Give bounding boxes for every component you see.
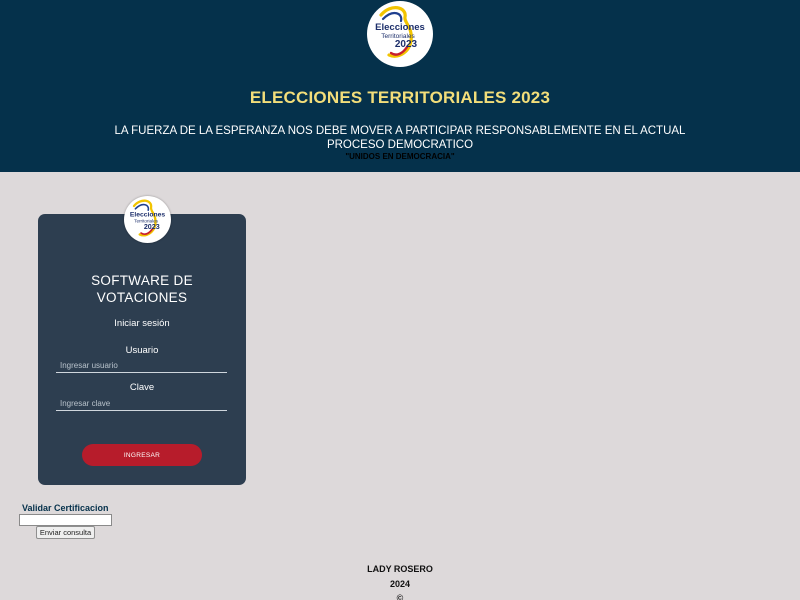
validate-certification-title: Validar Certificacion <box>22 503 109 513</box>
header-motto: "UNIDOS EN DEMOCRACIA" <box>345 152 455 161</box>
certification-input[interactable] <box>19 514 112 526</box>
card-elections-logo: Elecciones Territoriales 2023 <box>124 196 171 243</box>
footer-copyright: © <box>396 593 404 600</box>
card-logo-graphic: Elecciones Territoriales 2023 <box>124 196 171 243</box>
username-label: Usuario <box>125 345 159 356</box>
login-card: SOFTWARE DE VOTACIONES Iniciar sesión Us… <box>38 214 246 485</box>
password-label: Clave <box>129 382 155 393</box>
send-query-button[interactable]: Enviar consulta <box>36 526 95 539</box>
card-logo-word-year: 2023 <box>144 223 160 231</box>
page-title: ELECCIONES TERRITORIALES 2023 <box>249 88 551 107</box>
card-logo-word-elecciones: Elecciones <box>130 212 166 219</box>
username-input[interactable] <box>56 359 227 373</box>
elections-logo: Elecciones Territoriales 2023 <box>367 1 433 67</box>
header-slogan: LA FUERZA DE LA ESPERANZA NOS DEBE MOVER… <box>114 125 686 151</box>
logo-word-year: 2023 <box>395 39 418 50</box>
login-title: SOFTWARE DE VOTACIONES <box>38 272 246 306</box>
footer-author: LADY ROSERO <box>367 564 433 574</box>
logo-word-elecciones: Elecciones <box>375 22 425 33</box>
login-submit-button[interactable]: INGRESAR <box>82 444 202 466</box>
footer-year: 2024 <box>389 579 411 589</box>
password-input[interactable] <box>56 397 227 411</box>
login-subtitle: Iniciar sesión <box>114 318 170 329</box>
page: Elecciones Territoriales 2023 ELECCIONES… <box>0 0 800 600</box>
login-title-line2: VOTACIONES <box>96 290 188 305</box>
login-title-line1: SOFTWARE DE <box>91 273 193 288</box>
site-header: Elecciones Territoriales 2023 ELECCIONES… <box>0 0 800 172</box>
elections-logo-graphic: Elecciones Territoriales 2023 <box>368 2 432 66</box>
